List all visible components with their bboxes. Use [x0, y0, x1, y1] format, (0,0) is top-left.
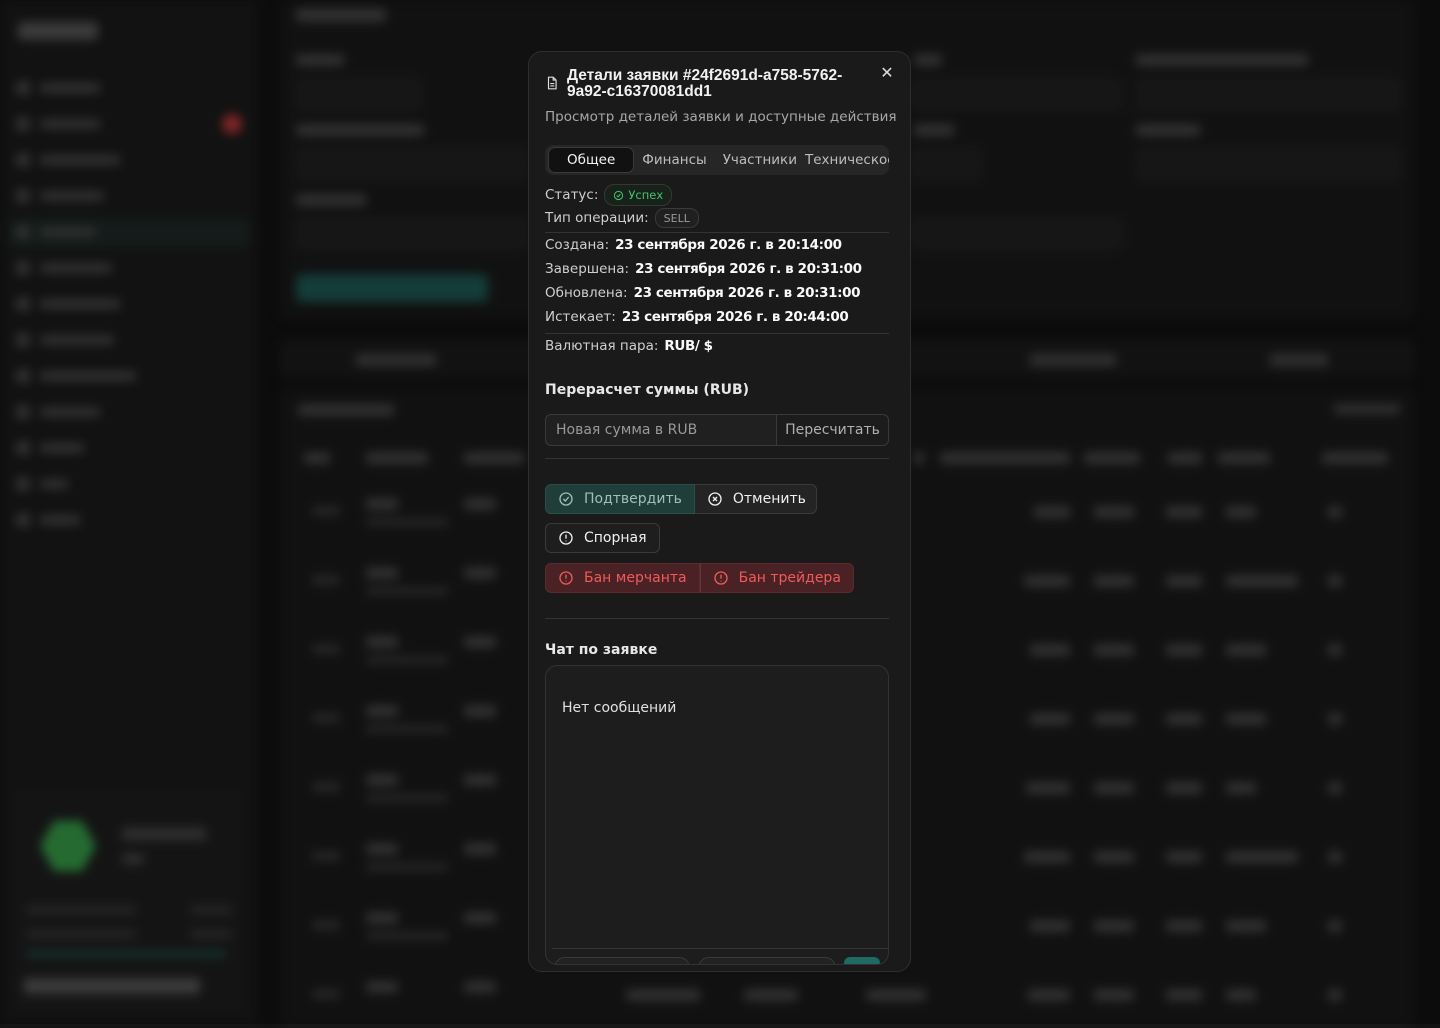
created-label: Создана: — [545, 237, 610, 253]
status-value: Успех — [628, 188, 664, 202]
tab-participants[interactable]: Участники — [715, 148, 805, 172]
x-circle-icon — [708, 492, 722, 506]
new-amount-input[interactable]: Новая сумма в RUB — [545, 414, 777, 446]
status-row: Статус: Успех — [545, 184, 673, 206]
updated-row: Обновлена: 23 сентября 2026 г. в 20:31:0… — [545, 285, 860, 301]
ban-merchant-label: Бан мерчанта — [584, 570, 687, 586]
dispute-button[interactable]: Спорная — [545, 523, 660, 553]
alert-circle-icon — [713, 571, 728, 585]
status-label: Статус: — [545, 187, 599, 203]
completed-row: Завершена: 23 сентября 2026 г. в 20:31:0… — [545, 261, 862, 277]
created-row: Создана: 23 сентября 2026 г. в 20:14:00 — [545, 237, 842, 253]
cancel-button[interactable]: Отменить — [694, 484, 817, 514]
order-details-modal: ✕ Детали заявки #24f2691d-a758-5762-9a92… — [528, 51, 911, 972]
recalc-form: Новая сумма в RUB Пересчитать — [545, 414, 889, 446]
alert-circle-icon — [559, 571, 573, 585]
operation-type-label: Тип операции: — [545, 210, 649, 226]
divider — [545, 458, 889, 459]
recalculate-button[interactable]: Пересчитать — [777, 414, 889, 446]
tab-technical[interactable]: Техническое — [805, 148, 889, 172]
chat-empty-message: Нет сообщений — [562, 700, 677, 716]
completed-label: Завершена: — [545, 261, 630, 277]
send-icon — [844, 957, 880, 965]
ban-group: Бан мерчанта Бан трейдера — [545, 563, 854, 593]
chat-title: Чат по заявке — [545, 642, 658, 658]
dispute-label: Спорная — [584, 530, 647, 546]
modal-tabs: Общее Финансы Участники Техническое — [545, 145, 889, 175]
ban-trader-label: Бан трейдера — [738, 570, 841, 586]
tab-general[interactable]: Общее — [548, 147, 635, 173]
ban-merchant-button[interactable]: Бан мерчанта — [545, 563, 700, 593]
ban-trader-button[interactable]: Бан трейдера — [699, 563, 854, 593]
chat-quick-reply[interactable] — [698, 957, 836, 964]
updated-label: Обновлена: — [545, 285, 628, 301]
check-circle-icon — [559, 492, 573, 506]
currency-pair-value: RUB/ $ — [664, 338, 713, 354]
status-badge: Успех — [604, 184, 673, 206]
expires-value: 23 сентября 2026 г. в 20:44:00 — [621, 309, 849, 325]
close-icon[interactable]: ✕ — [876, 62, 898, 84]
confirm-button[interactable]: Подтвердить — [545, 484, 695, 514]
expires-row: Истекает: 23 сентября 2026 г. в 20:44:00 — [545, 309, 849, 325]
check-circle-icon — [614, 190, 624, 200]
chat-box: Нет сообщений — [545, 665, 889, 965]
divider — [545, 333, 889, 334]
modal-description: Просмотр деталей заявки и доступные дейс… — [545, 109, 897, 125]
updated-value: 23 сентября 2026 г. в 20:31:00 — [633, 285, 861, 301]
cancel-label: Отменить — [732, 491, 806, 507]
alert-circle-icon — [559, 531, 573, 545]
currency-pair-row: Валютная пара: RUB/ $ — [545, 338, 713, 354]
tab-finances[interactable]: Финансы — [634, 148, 714, 172]
operation-type-row: Тип операции: SELL — [545, 208, 699, 228]
modal-header: Детали заявки #24f2691d-a758-5762-9a92-c… — [545, 68, 875, 100]
chat-input-row — [552, 948, 888, 965]
created-value: 23 сентября 2026 г. в 20:14:00 — [615, 237, 842, 253]
confirm-cancel-group: Подтвердить Отменить — [545, 484, 817, 514]
chat-quick-reply[interactable] — [554, 957, 690, 964]
completed-value: 23 сентября 2026 г. в 20:31:00 — [635, 261, 862, 277]
currency-pair-label: Валютная пара: — [545, 338, 659, 354]
modal-title: Детали заявки #24f2691d-a758-5762-9a92-c… — [567, 67, 843, 100]
operation-type-badge: SELL — [654, 208, 699, 228]
divider — [545, 232, 889, 233]
divider — [545, 618, 889, 619]
expires-label: Истекает: — [545, 309, 616, 325]
recalc-title: Перерасчет суммы (RUB) — [545, 382, 750, 398]
confirm-label: Подтвердить — [584, 491, 682, 507]
send-button[interactable] — [844, 957, 880, 965]
dispute-group: Спорная — [545, 523, 660, 553]
document-icon — [547, 76, 557, 90]
